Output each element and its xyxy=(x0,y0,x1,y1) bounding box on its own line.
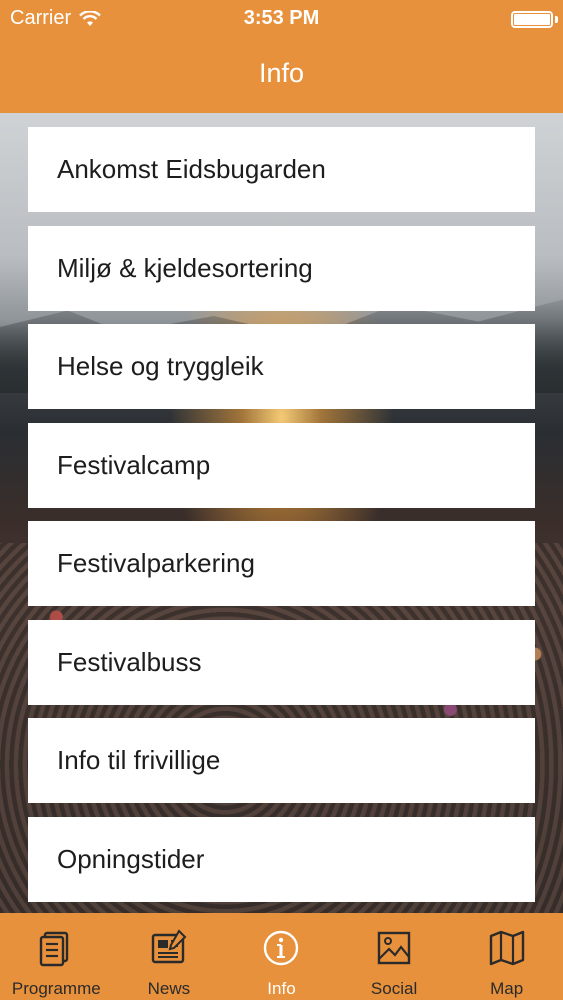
menu-item-label: Opningstider xyxy=(57,844,205,874)
menu-item-festivalparkering[interactable]: Festivalparkering xyxy=(28,521,535,606)
menu-item-label: Helse og tryggleik xyxy=(57,351,264,381)
newspaper-icon xyxy=(151,929,187,964)
tab-bar: Programme News Info Social Map xyxy=(0,913,563,1000)
info-icon xyxy=(264,930,299,966)
battery-icon xyxy=(511,11,553,28)
menu-item-helse[interactable]: Helse og tryggleik xyxy=(28,324,535,409)
menu-item-label: Miljø & kjeldesortering xyxy=(57,253,313,283)
battery-tip xyxy=(555,16,558,23)
menu-item-ankomst[interactable]: Ankomst Eidsbugarden xyxy=(28,127,535,212)
menu-item-festivalbuss[interactable]: Festivalbuss xyxy=(28,620,535,705)
document-icon xyxy=(40,931,69,967)
menu-item-opningstider[interactable]: Opningstider xyxy=(28,817,535,902)
tab-label: News xyxy=(147,979,191,998)
tab-programme[interactable]: Programme xyxy=(0,913,113,1000)
app-header: Carrier 3:53 PM Info xyxy=(0,0,563,113)
menu-item-label: Festivalparkering xyxy=(57,548,255,578)
menu-item-festivalcamp[interactable]: Festivalcamp xyxy=(28,423,535,508)
tab-social[interactable]: Social xyxy=(338,913,451,1000)
tab-news[interactable]: News xyxy=(113,913,226,1000)
menu-item-label: Ankomst Eidsbugarden xyxy=(57,154,326,184)
tab-label: Info xyxy=(267,979,296,998)
status-bar: Carrier 3:53 PM xyxy=(0,0,563,38)
menu-item-label: Festivalcamp xyxy=(57,450,211,480)
status-time: 3:53 PM xyxy=(243,7,320,29)
menu-item-label: Festivalbuss xyxy=(57,647,202,677)
menu-item-miljo[interactable]: Miljø & kjeldesortering xyxy=(28,226,535,311)
tab-label: Map xyxy=(490,979,524,998)
tab-label: Social xyxy=(370,979,418,998)
page-title: Info xyxy=(258,58,305,88)
picture-icon xyxy=(377,931,411,965)
tab-map[interactable]: Map xyxy=(450,913,563,1000)
tab-label: Programme xyxy=(11,979,101,998)
background-photo: Ankomst Eidsbugarden Miljø & kjeldesorte… xyxy=(0,113,563,913)
menu-item-label: Info til frivillige xyxy=(57,745,221,775)
tab-info[interactable]: Info xyxy=(225,913,338,1000)
menu-item-frivillige[interactable]: Info til frivillige xyxy=(28,718,535,803)
map-icon xyxy=(489,930,524,966)
